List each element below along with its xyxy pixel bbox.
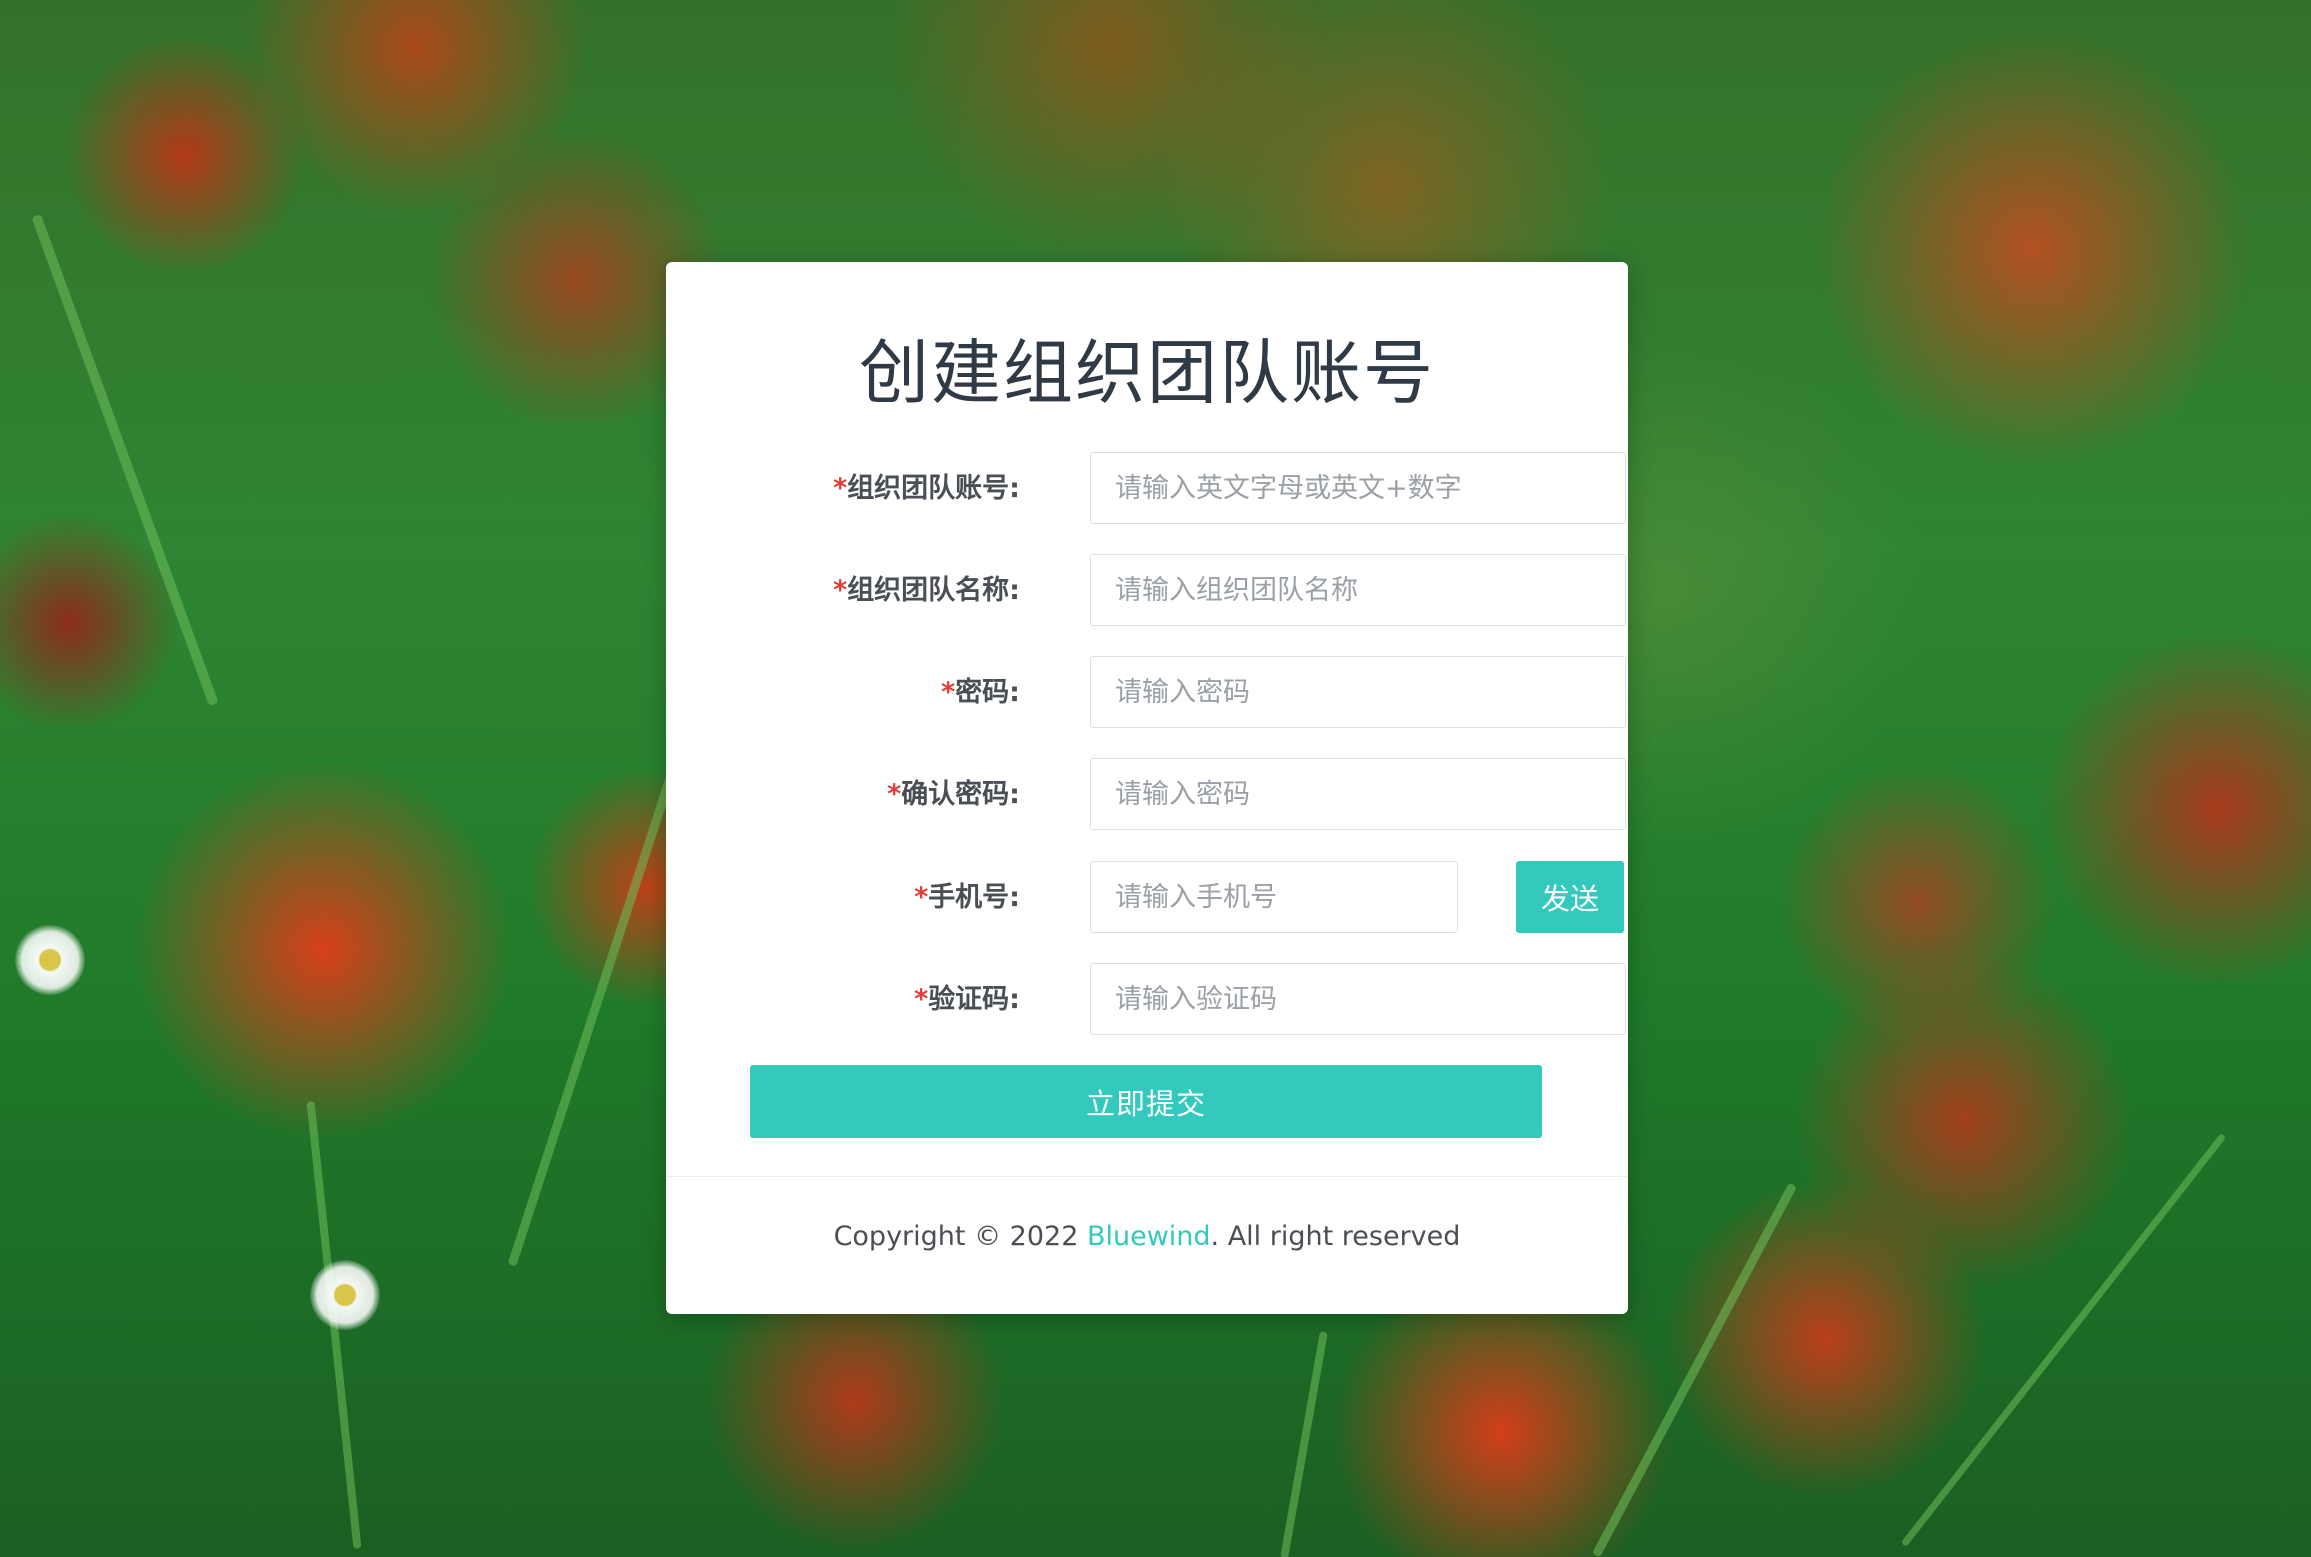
password-label-text: 密码: <box>955 677 1020 708</box>
form-row-verification-code: *验证码: <box>750 963 1626 1037</box>
password-input[interactable] <box>1090 656 1626 728</box>
page-title: 创建组织团队账号 <box>859 332 1435 414</box>
verification-code-label-text: 验证码: <box>928 984 1020 1015</box>
background-stem <box>1900 1132 2227 1548</box>
signup-card: 创建组织团队账号 *组织团队账号: *组织团队名称: *密码: *确认密码: *… <box>666 262 1628 1314</box>
send-code-button[interactable]: 发送 <box>1516 861 1624 933</box>
copyright-suffix: . All right reserved <box>1210 1221 1461 1252</box>
card-divider <box>666 1176 1628 1177</box>
required-mark: * <box>833 473 848 504</box>
required-mark: * <box>914 882 929 913</box>
background-stem <box>31 213 219 707</box>
phone-label-text: 手机号: <box>928 882 1020 913</box>
form-row-phone: *手机号: 发送 <box>750 861 1624 935</box>
confirm-password-input[interactable] <box>1090 758 1626 830</box>
form-row-org-account: *组织团队账号: <box>750 452 1626 526</box>
phone-input[interactable] <box>1090 861 1458 933</box>
password-label: *密码: <box>750 656 1020 730</box>
phone-label: *手机号: <box>750 861 1020 935</box>
org-account-input[interactable] <box>1090 452 1626 524</box>
footer-copyright: Copyright © 2022 Bluewind. All right res… <box>666 1217 1628 1257</box>
org-name-input[interactable] <box>1090 554 1626 626</box>
org-name-label: *组织团队名称: <box>750 554 1020 628</box>
required-mark: * <box>914 984 929 1015</box>
brand-link[interactable]: Bluewind <box>1087 1221 1211 1252</box>
daisy-flower <box>15 925 85 995</box>
form-row-password: *密码: <box>750 656 1626 730</box>
verification-code-input[interactable] <box>1090 963 1626 1035</box>
required-mark: * <box>833 575 848 606</box>
verification-code-label: *验证码: <box>750 963 1020 1037</box>
org-account-label: *组织团队账号: <box>750 452 1020 526</box>
copyright-prefix: Copyright © 2022 <box>833 1221 1087 1252</box>
required-mark: * <box>887 779 902 810</box>
confirm-password-label-text: 确认密码: <box>901 779 1020 810</box>
org-name-label-text: 组织团队名称: <box>847 575 1020 606</box>
daisy-flower <box>310 1260 380 1330</box>
org-account-label-text: 组织团队账号: <box>847 473 1020 504</box>
submit-button[interactable]: 立即提交 <box>750 1065 1542 1138</box>
required-mark: * <box>941 677 956 708</box>
form-row-confirm-password: *确认密码: <box>750 758 1626 832</box>
background-stem <box>1280 1331 1328 1557</box>
confirm-password-label: *确认密码: <box>750 758 1020 832</box>
form-row-org-name: *组织团队名称: <box>750 554 1626 628</box>
